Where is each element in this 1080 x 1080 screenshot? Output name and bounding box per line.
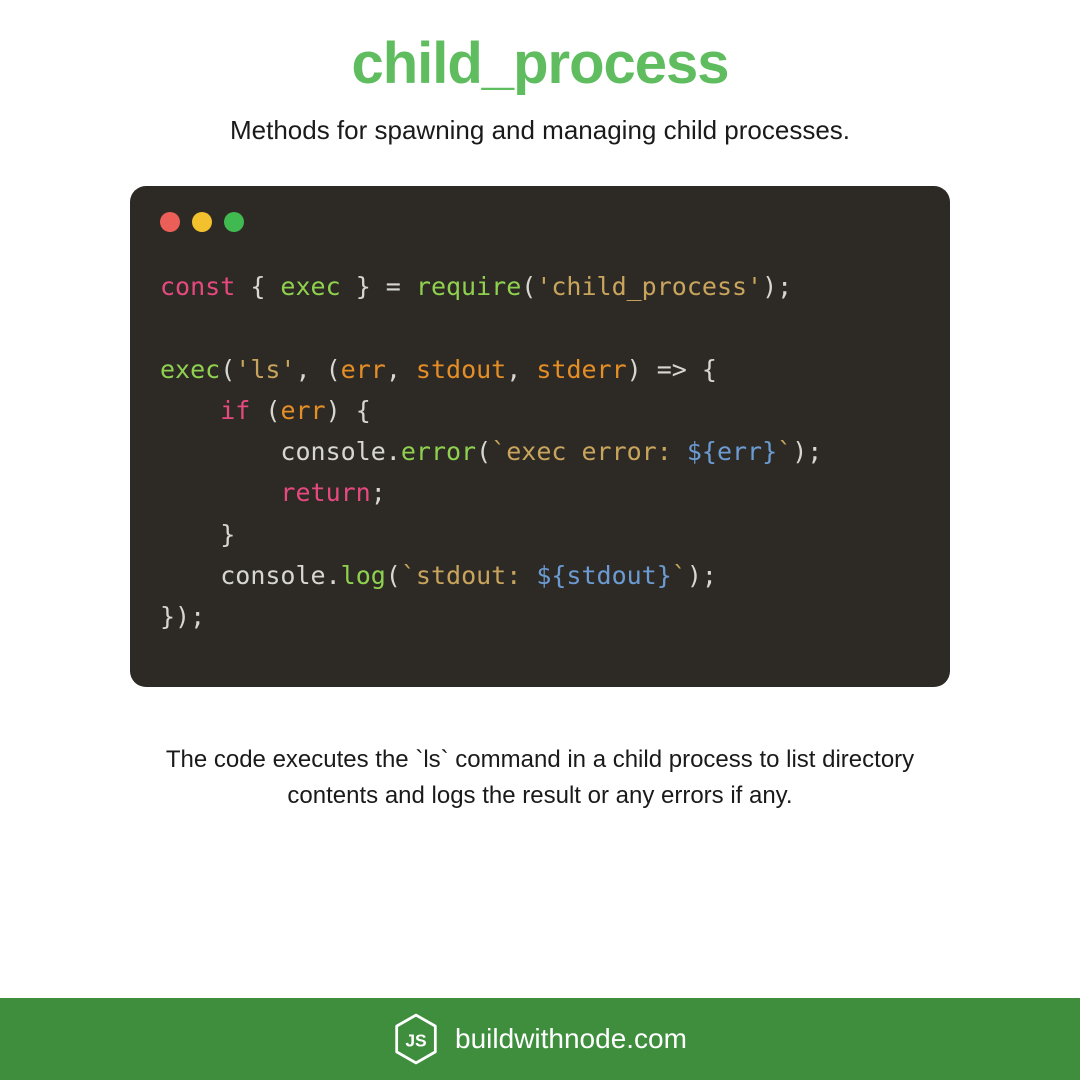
main-content: child_process Methods for spawning and m… xyxy=(0,0,1080,998)
token-string: ` xyxy=(672,561,687,590)
nodejs-icon: JS xyxy=(393,1013,439,1065)
maximize-icon xyxy=(224,212,244,232)
token-string: 'child_process' xyxy=(536,272,762,301)
token-param: err xyxy=(280,396,325,425)
token-template: ${err} xyxy=(687,437,777,466)
code-window: const { exec } = require('child_process'… xyxy=(130,186,950,687)
token-keyword: if xyxy=(220,396,250,425)
token-string: ` xyxy=(777,437,792,466)
subtitle: Methods for spawning and managing child … xyxy=(230,115,850,146)
description: The code executes the `ls` command in a … xyxy=(130,742,950,814)
token-param: err xyxy=(341,355,386,384)
token-param: stdout xyxy=(416,355,506,384)
token-string: `exec error: xyxy=(491,437,687,466)
token-function: exec xyxy=(280,272,340,301)
token-string: `stdout: xyxy=(401,561,536,590)
footer-link[interactable]: buildwithnode.com xyxy=(455,1023,687,1055)
token-string: 'ls' xyxy=(235,355,295,384)
code-block: const { exec } = require('child_process'… xyxy=(160,266,920,637)
footer: JS buildwithnode.com xyxy=(0,998,1080,1080)
minimize-icon xyxy=(192,212,212,232)
close-icon xyxy=(160,212,180,232)
token-template: ${stdout} xyxy=(536,561,671,590)
token-function: require xyxy=(416,272,521,301)
token-keyword: const xyxy=(160,272,235,301)
token-function: exec xyxy=(160,355,220,384)
token-function: error xyxy=(401,437,476,466)
svg-text:JS: JS xyxy=(405,1030,426,1050)
token-function: log xyxy=(341,561,386,590)
token-keyword: return xyxy=(280,478,370,507)
page-title: child_process xyxy=(351,30,728,97)
window-controls xyxy=(160,212,920,232)
token-param: stderr xyxy=(536,355,626,384)
